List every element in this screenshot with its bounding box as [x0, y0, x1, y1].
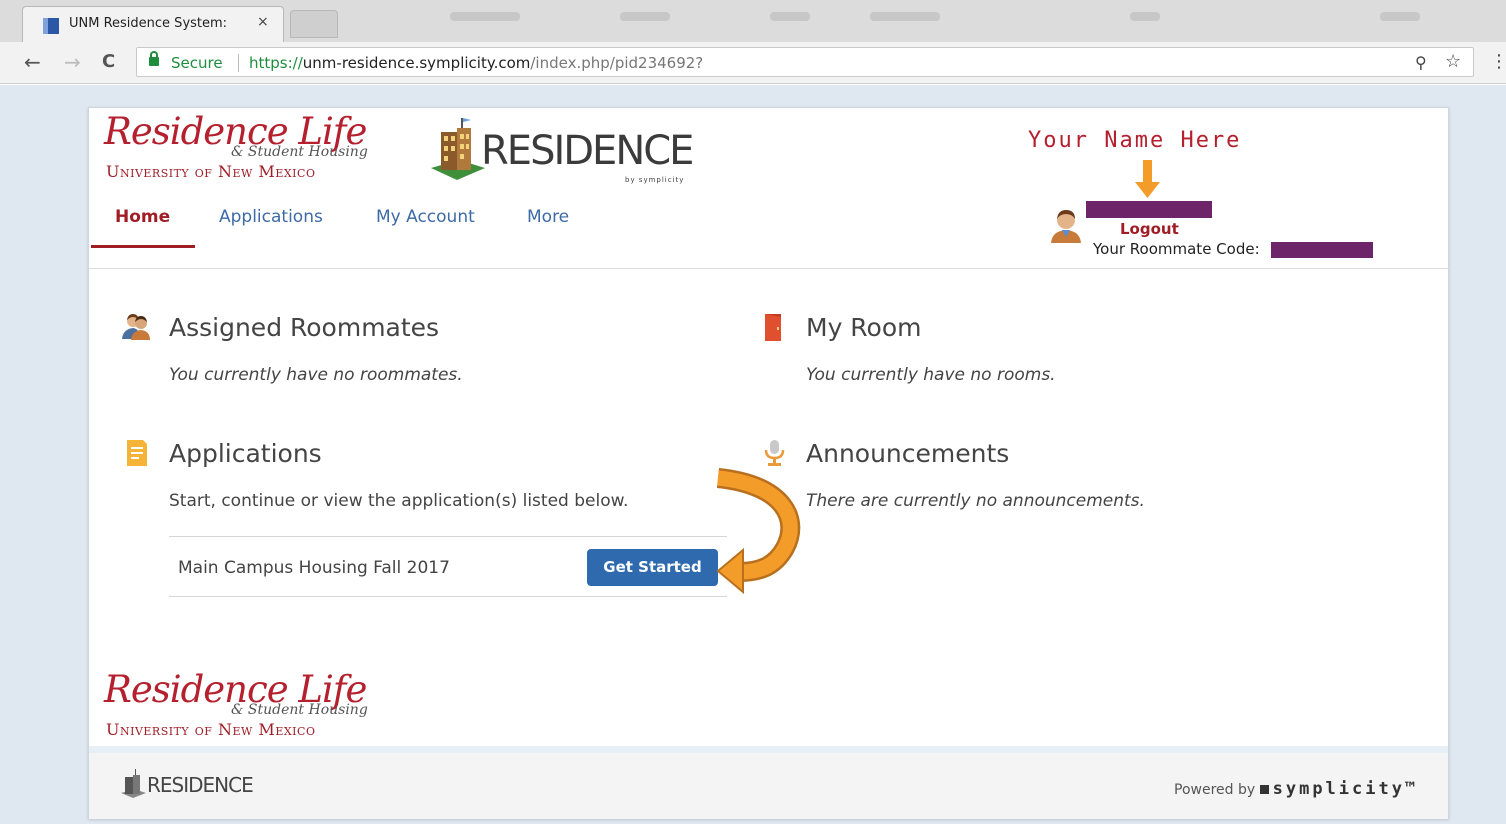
residence-life-logo[interactable]: Residence Life & Student Housing Univers… — [104, 112, 394, 182]
address-divider — [238, 54, 239, 72]
residence-system-logo[interactable]: RESIDENCE by symplicity — [427, 116, 707, 184]
portal-card: Residence Life & Student Housing Univers… — [88, 107, 1450, 819]
secure-label: Secure — [171, 54, 223, 72]
roommates-icon — [122, 314, 150, 340]
symplicity-logo: symplicity™ — [1259, 779, 1419, 799]
applications-intro: Start, continue or view the application(… — [169, 491, 629, 511]
footer: RESIDENCE Powered by symplicity™ — [89, 753, 1448, 819]
active-tab-indicator — [91, 245, 195, 248]
roommates-message: You currently have no roommates. — [169, 365, 463, 385]
microphone-icon — [764, 440, 785, 466]
announcements-title: Announcements — [806, 439, 1010, 468]
site-favicon-icon — [43, 18, 59, 34]
user-avatar-icon — [1051, 210, 1081, 243]
url-host: unm-residence.symplicity.com — [302, 54, 531, 72]
browser-tab-strip: UNM Residence System: × — [0, 0, 1506, 42]
footer-logo-university-text: University of New Mexico — [106, 720, 316, 739]
back-arrow-icon[interactable]: ← — [24, 51, 41, 73]
room-message: You currently have no rooms. — [806, 365, 1056, 385]
footer-building-icon — [121, 769, 146, 798]
application-name: Main Campus Housing Fall 2017 — [178, 558, 450, 578]
main-nav: Home Applications My Account More — [89, 203, 1450, 269]
logo-sub-text: & Student Housing — [231, 144, 368, 160]
application-row: Main Campus Housing Fall 2017 Get Starte… — [169, 536, 727, 597]
url-scheme: https:// — [249, 54, 303, 72]
footer-residence-logo[interactable]: RESIDENCE — [119, 769, 279, 801]
footer-logo-sub-text: & Student Housing — [231, 702, 368, 718]
browser-menu-icon[interactable]: ⋮ — [1490, 51, 1506, 72]
building-icon — [431, 118, 485, 180]
browser-tab[interactable]: UNM Residence System: × — [22, 6, 284, 42]
tab-more[interactable]: More — [527, 207, 569, 227]
close-tab-icon[interactable]: × — [257, 14, 269, 30]
browser-tab-title: UNM Residence System: — [69, 16, 228, 31]
residence-logo-text: RESIDENCE — [481, 128, 694, 174]
applications-title: Applications — [169, 439, 322, 468]
footer-residence-life-logo[interactable]: Residence Life & Student Housing Univers… — [104, 670, 394, 740]
roommate-code-label: Your Roommate Code: — [1093, 240, 1260, 258]
door-icon — [765, 314, 781, 341]
announcements-message: There are currently no announcements. — [806, 491, 1145, 511]
address-bar[interactable]: Secure https://unm-residence.symplicity.… — [136, 47, 1474, 77]
footer-divider — [89, 746, 1448, 753]
footer-residence-text: RESIDENCE — [147, 773, 254, 797]
logo-university-text: University of New Mexico — [106, 162, 316, 181]
roommates-title: Assigned Roommates — [169, 313, 440, 342]
redacted-roommate-code — [1271, 242, 1373, 258]
get-started-button[interactable]: Get Started — [587, 549, 718, 586]
key-icon[interactable]: ⚲ — [1415, 53, 1427, 72]
room-title: My Room — [806, 313, 922, 342]
redacted-user-name — [1086, 201, 1212, 218]
lock-icon — [149, 51, 159, 66]
powered-by-label: Powered by — [1174, 782, 1256, 798]
symplicity-text: symplicity™ — [1272, 779, 1419, 799]
blurred-bookmarks — [440, 12, 1480, 24]
tab-home[interactable]: Home — [115, 207, 170, 227]
residence-by-text: by symplicity — [625, 176, 685, 184]
new-tab-button[interactable] — [290, 10, 338, 38]
logout-link[interactable]: Logout — [1120, 220, 1179, 238]
reload-icon[interactable]: C — [102, 51, 115, 73]
document-icon — [127, 440, 147, 466]
url-text[interactable]: https://unm-residence.symplicity.com/ind… — [249, 54, 703, 72]
powered-by[interactable]: Powered by symplicity™ — [1174, 779, 1418, 799]
tab-applications[interactable]: Applications — [219, 207, 323, 227]
tab-my-account[interactable]: My Account — [376, 207, 475, 227]
bookmark-star-icon[interactable]: ☆ — [1445, 51, 1461, 72]
symplicity-square-icon — [1259, 785, 1269, 794]
browser-toolbar: ← → C Secure https://unm-residence.sympl… — [0, 42, 1506, 84]
forward-arrow-icon[interactable]: → — [64, 51, 81, 73]
annotation-name-label: Your Name Here — [1028, 128, 1242, 153]
url-path: /index.php/pid234692? — [530, 54, 704, 72]
